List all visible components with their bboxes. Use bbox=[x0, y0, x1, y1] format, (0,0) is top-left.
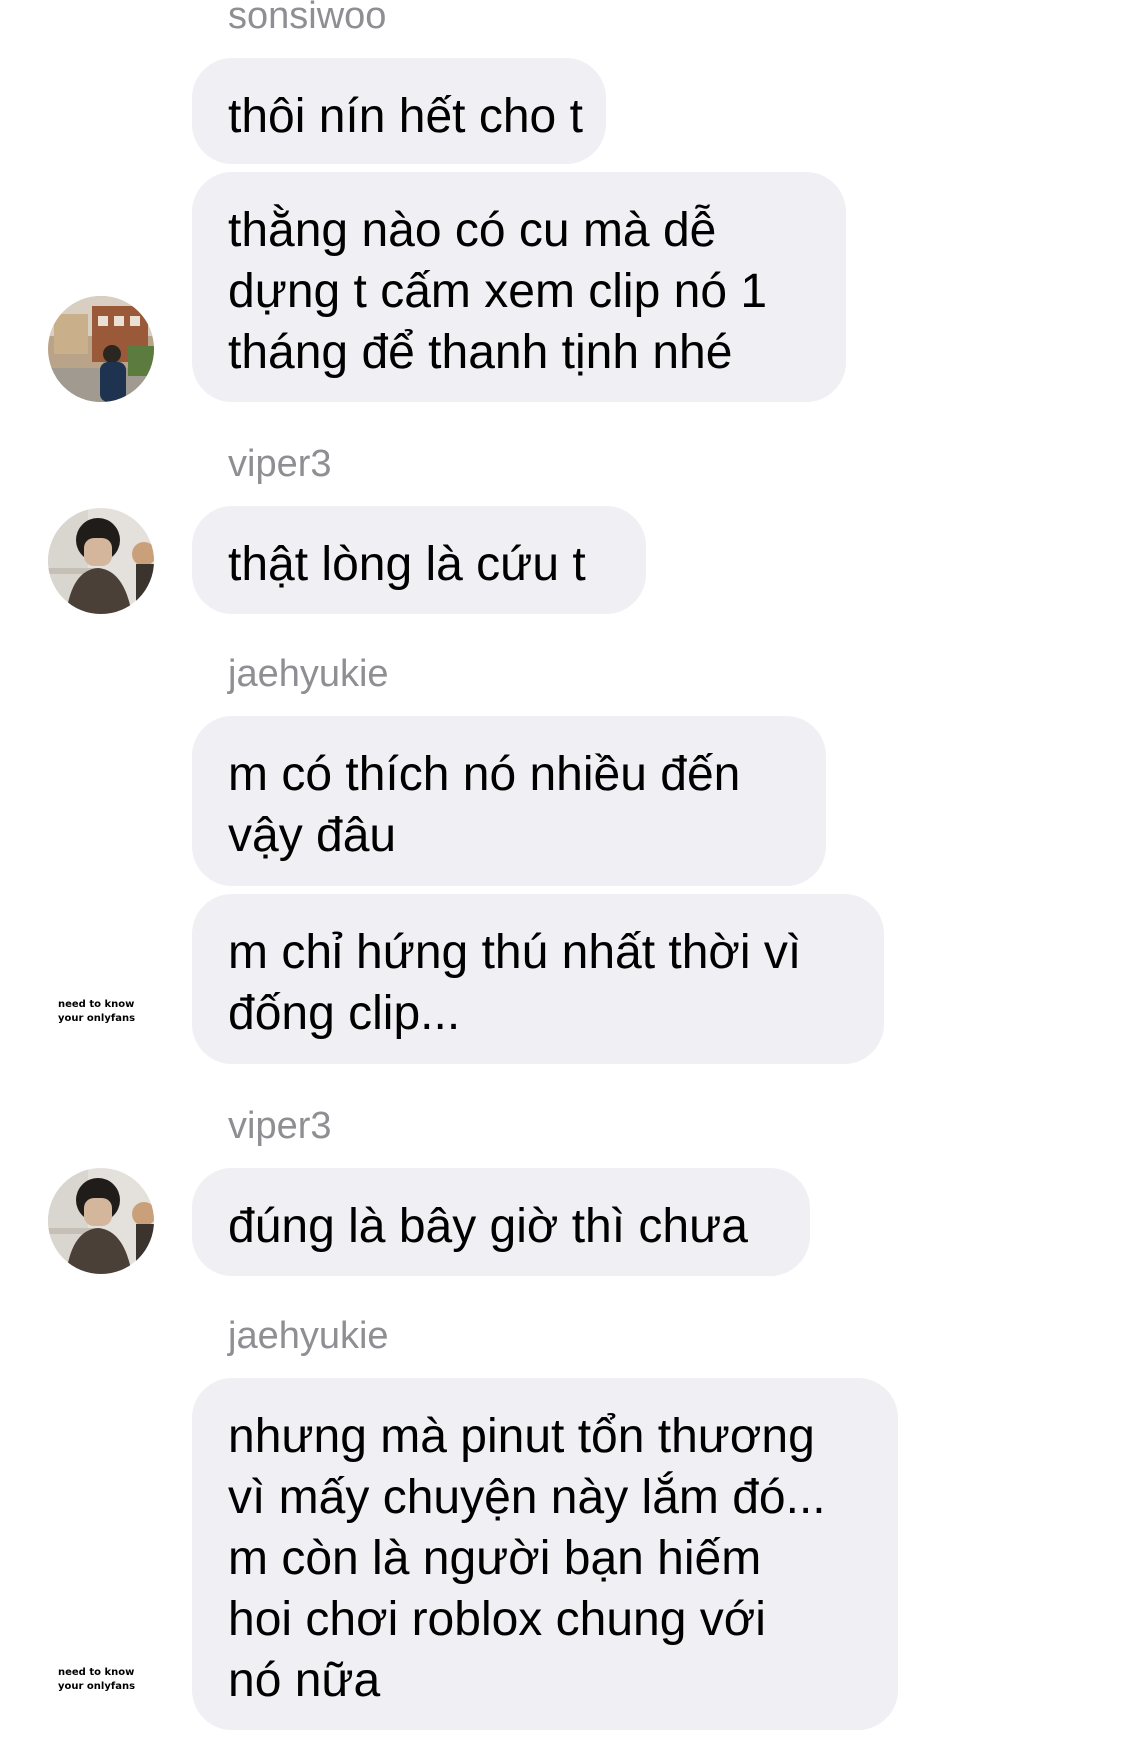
avatar-viper3[interactable] bbox=[48, 1168, 154, 1274]
message-text: nhưng mà pinut tổn thương bbox=[228, 1410, 815, 1463]
sender-name: viper3 bbox=[228, 443, 332, 485]
message-text: tháng để thanh tịnh nhé bbox=[228, 326, 733, 379]
sender-name: jaehyukie bbox=[228, 1315, 389, 1357]
message-text: vậy đâu bbox=[228, 809, 397, 862]
avatar-photo bbox=[48, 1168, 154, 1274]
sender-name: jaehyukie bbox=[228, 653, 389, 695]
avatar-jaehyukie[interactable]: need to know your onlyfans bbox=[58, 998, 148, 1026]
message-text: thật lòng là cứu t bbox=[228, 538, 586, 591]
message-bubble[interactable]: nhưng mà pinut tổn thương vì mấy chuyện … bbox=[192, 1378, 898, 1730]
message-text: m có thích nó nhiều đến bbox=[228, 748, 741, 801]
avatar-caption: your onlyfans bbox=[58, 1013, 136, 1024]
message-bubble[interactable]: m có thích nó nhiều đến vậy đâu bbox=[192, 716, 826, 886]
avatar-caption: your onlyfans bbox=[58, 1681, 136, 1692]
sender-name: viper3 bbox=[228, 1105, 332, 1147]
sender-name: sonsiwoo bbox=[228, 0, 387, 37]
message-text: thằng nào có cu mà dễ bbox=[228, 204, 717, 257]
message-text: hoi chơi roblox chung với bbox=[228, 1593, 766, 1646]
message-text: m còn là người bạn hiếm bbox=[228, 1532, 762, 1585]
message-bubble[interactable]: thôi nín hết cho t bbox=[192, 58, 606, 164]
message-bubble[interactable]: đúng là bây giờ thì chưa bbox=[192, 1168, 810, 1276]
message-bubble[interactable]: thằng nào có cu mà dễ dựng t cấm xem cli… bbox=[192, 172, 846, 402]
avatar-jaehyukie[interactable]: need to know your onlyfans bbox=[58, 1666, 148, 1694]
message-text: đúng là bây giờ thì chưa bbox=[228, 1200, 748, 1253]
message-bubble[interactable]: m chỉ hứng thú nhất thời vì đống clip... bbox=[192, 894, 884, 1064]
message-text: nó nữa bbox=[228, 1654, 381, 1707]
message-text: dựng t cấm xem clip nó 1 bbox=[228, 265, 768, 318]
avatar-viper3[interactable] bbox=[48, 508, 154, 614]
message-text: đống clip... bbox=[228, 987, 461, 1040]
avatar-caption: need to know bbox=[58, 1667, 135, 1678]
message-bubble[interactable]: thật lòng là cứu t bbox=[192, 506, 646, 614]
message-text: thôi nín hết cho t bbox=[228, 90, 583, 143]
message-text: vì mấy chuyện này lắm đó... bbox=[228, 1471, 826, 1524]
avatar-caption: need to know bbox=[58, 999, 135, 1010]
message-text: m chỉ hứng thú nhất thời vì bbox=[228, 926, 802, 979]
avatar-photo bbox=[48, 508, 154, 614]
avatar-photo bbox=[48, 296, 154, 402]
avatar-sonsiwoo[interactable] bbox=[48, 296, 154, 402]
